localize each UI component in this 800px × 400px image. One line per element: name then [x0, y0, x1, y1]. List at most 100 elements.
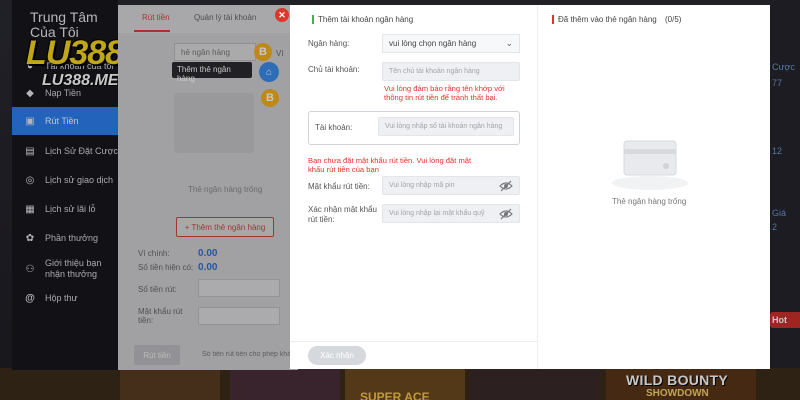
account-holder-input[interactable]: Tên chủ tài khoản ngân hàng — [382, 62, 520, 81]
password-warning-line: khẩu rút tiền của bạn — [308, 165, 379, 174]
profit-icon: ▦ — [25, 203, 35, 215]
confirm-pin-label-line: Xác nhận mật khẩu — [308, 205, 377, 214]
sidebar-item-label-line: nhận thưởng — [45, 269, 97, 279]
game-title: SUPER ACE — [360, 390, 430, 400]
empty-card-text: Thẻ ngân hàng trống — [188, 185, 263, 194]
close-icon[interactable]: ✕ — [275, 8, 289, 22]
holder-warning: Vui lòng đảm bảo rằng tên khớp với thông… — [384, 84, 534, 102]
eye-hidden-icon[interactable] — [499, 208, 513, 220]
gift-icon: ✿ — [25, 232, 35, 244]
game-title: WILD BOUNTY — [626, 372, 729, 388]
confirm-button[interactable]: Xác nhận — [308, 346, 366, 365]
hot-badge[interactable]: Hot — [770, 312, 800, 328]
empty-cards-text: Thẻ ngân hàng trống — [612, 197, 687, 206]
add-bank-card-button[interactable]: + Thêm thẻ ngân hàng — [176, 217, 274, 237]
sidebar-item-label: Nạp Tiền — [45, 88, 82, 98]
eye-hidden-icon[interactable] — [499, 180, 513, 192]
withdraw-pin-label: Mật khẩu rút tiền: — [308, 182, 370, 191]
withdraw-note: Số tiền rút tiền cho phép khả — [202, 351, 292, 358]
referral-icon: ⚇ — [25, 263, 35, 275]
bg-label: Cược — [772, 62, 795, 72]
withdraw-tabs: Rút tiền Quản lý tài khoản — [118, 5, 298, 33]
sidebar-item-transactions[interactable]: ◎ Lịch sử giao dịch — [12, 166, 118, 194]
deposit-icon: ◆ — [26, 87, 34, 99]
withdraw-amount-input[interactable] — [198, 279, 280, 297]
bg-label: 12 — [772, 146, 783, 156]
withdraw-password-label: Mật khẩu rút tiền: — [138, 307, 182, 325]
bank-select[interactable]: vui lòng chọn ngân hàng ⌄ — [382, 34, 520, 53]
password-warning: Bạn chưa đặt mật khẩu rút tiền. Vui lòng… — [308, 156, 528, 174]
withdraw-password-label-line: tiền: — [138, 316, 154, 325]
tab-withdraw[interactable]: Rút tiền — [142, 13, 170, 22]
sidebar-item-label: Lịch sử giao dịch — [45, 175, 114, 185]
confirm-pin-input[interactable]: Vui lòng nhập lại mật khẩu quỹ — [382, 204, 520, 223]
empty-card-illustration — [174, 93, 254, 153]
added-cards-title-text: Đã thêm vào thẻ ngân hàng — [558, 15, 657, 24]
sidebar-item-profit[interactable]: ▦ Lịch sử lãi lỗ — [12, 195, 118, 223]
confirm-pin-label: Xác nhận mật khẩu rút tiền: — [308, 205, 377, 225]
bg-label: Giá — [772, 208, 787, 218]
holder-warning-line: Vui lòng đảm bảo rằng tên khớp với — [384, 84, 505, 93]
sidebar-item-mail[interactable]: @ Hộp thư — [12, 284, 118, 312]
sidebar-item-label: Lịch Sử Đặt Cược — [45, 146, 118, 156]
sidebar-item-label: Hộp thư — [45, 293, 78, 303]
add-card-tooltip: Thêm thẻ ngân hàng — [172, 62, 252, 83]
footer-divider — [290, 341, 537, 342]
sidebar-item-label: Rút Tiền — [45, 116, 79, 126]
tab-manage-account[interactable]: Quản lý tài khoản — [194, 13, 256, 22]
game-strip: SUPER ACE WILD BOUNTY SHOWDOWN — [0, 368, 800, 400]
sidebar-item-withdraw[interactable]: ▣ Rút Tiền — [12, 107, 118, 135]
withdraw-amount-label: Số tiền rút: — [138, 285, 177, 294]
brand-logo: LU388 — [26, 34, 124, 72]
added-cards-count: (0/5) — [664, 15, 682, 24]
password-warning-line: Bạn chưa đặt mật khẩu rút tiền. Vui lòng… — [308, 156, 472, 165]
added-cards-title: Đã thêm vào thẻ ngân hàng (0/5) — [552, 15, 681, 24]
mail-icon: @ — [25, 292, 35, 304]
bitcoin-icon[interactable]: B — [261, 89, 279, 107]
withdraw-password-label-line: Mật khẩu rút — [138, 307, 183, 316]
sidebar-item-label-line: Giới thiệu bạn — [45, 258, 102, 268]
game-subtitle: SHOWDOWN — [646, 388, 709, 399]
main-wallet-label: Ví chính: — [138, 249, 170, 258]
withdraw-panel: Rút tiền Quản lý tài khoản hẻ ngân hàng … — [118, 5, 298, 370]
bank-select-value: vui lòng chọn ngân hàng — [389, 39, 477, 48]
game-tile[interactable] — [230, 368, 340, 400]
sidebar-item-label: Lịch sử lãi lỗ — [45, 204, 96, 214]
withdraw-password-input[interactable] — [198, 307, 280, 325]
bitcoin-icon[interactable]: B — [254, 43, 272, 61]
bg-label: 77 — [772, 78, 783, 88]
account-number-input[interactable]: Vui lòng nhập số tài khoản ngân hàng — [378, 117, 514, 136]
account-number-label: Tài khoản: — [315, 123, 353, 132]
sidebar-title-line: Trung Tâm — [30, 9, 98, 25]
withdraw-pin-input[interactable]: Vui lòng nhập mã pin — [382, 176, 520, 195]
sidebar-item-deposit[interactable]: ◆ Nạp Tiền — [12, 79, 118, 107]
bank-label: Ngân hàng: — [308, 39, 350, 48]
confirm-pin-label-line: rút tiền: — [308, 215, 335, 224]
wallet-label: Ví — [276, 49, 284, 58]
active-tab-indicator — [134, 30, 170, 32]
sidebar-item-referral[interactable]: ⚇ Giới thiệu bạn nhận thưởng — [12, 253, 118, 285]
bet-history-icon: ▤ — [25, 145, 35, 157]
bank-card-select[interactable]: hẻ ngân hàng — [174, 43, 256, 61]
chevron-down-icon: ⌄ — [505, 38, 513, 48]
main-wallet-value: 0.00 — [198, 248, 218, 259]
confirm-pin-placeholder: Vui lòng nhập lại mật khẩu quỹ — [389, 210, 485, 217]
bank-icon[interactable]: ⌂ — [259, 62, 279, 82]
game-tile[interactable] — [470, 368, 600, 400]
withdraw-button[interactable]: Rút tiền — [134, 345, 180, 365]
holder-warning-line: thông tin rút tiền để tránh thất bại. — [384, 93, 498, 102]
withdraw-pin-placeholder: Vui lòng nhập mã pin — [389, 182, 455, 189]
available-amount-label: Số tiền hiện có: — [138, 263, 194, 272]
sidebar-item-rewards[interactable]: ✿ Phần thưởng — [12, 224, 118, 252]
modal-divider — [537, 5, 538, 369]
sidebar-item-label: Giới thiệu bạn nhận thưởng — [45, 258, 101, 280]
add-bank-account-modal: Thêm tài khoản ngân hàng Ngân hàng: vui … — [290, 5, 770, 369]
sidebar-item-label: Phần thưởng — [45, 233, 98, 243]
transaction-icon: ◎ — [25, 174, 35, 186]
available-amount-value: 0.00 — [198, 262, 218, 273]
bg-label: 2 — [772, 222, 778, 232]
add-account-title: Thêm tài khoản ngân hàng — [312, 15, 413, 24]
sidebar-item-bet-history[interactable]: ▤ Lịch Sử Đặt Cược — [12, 137, 118, 165]
game-tile[interactable] — [120, 368, 220, 400]
empty-card-illustration — [612, 140, 688, 190]
